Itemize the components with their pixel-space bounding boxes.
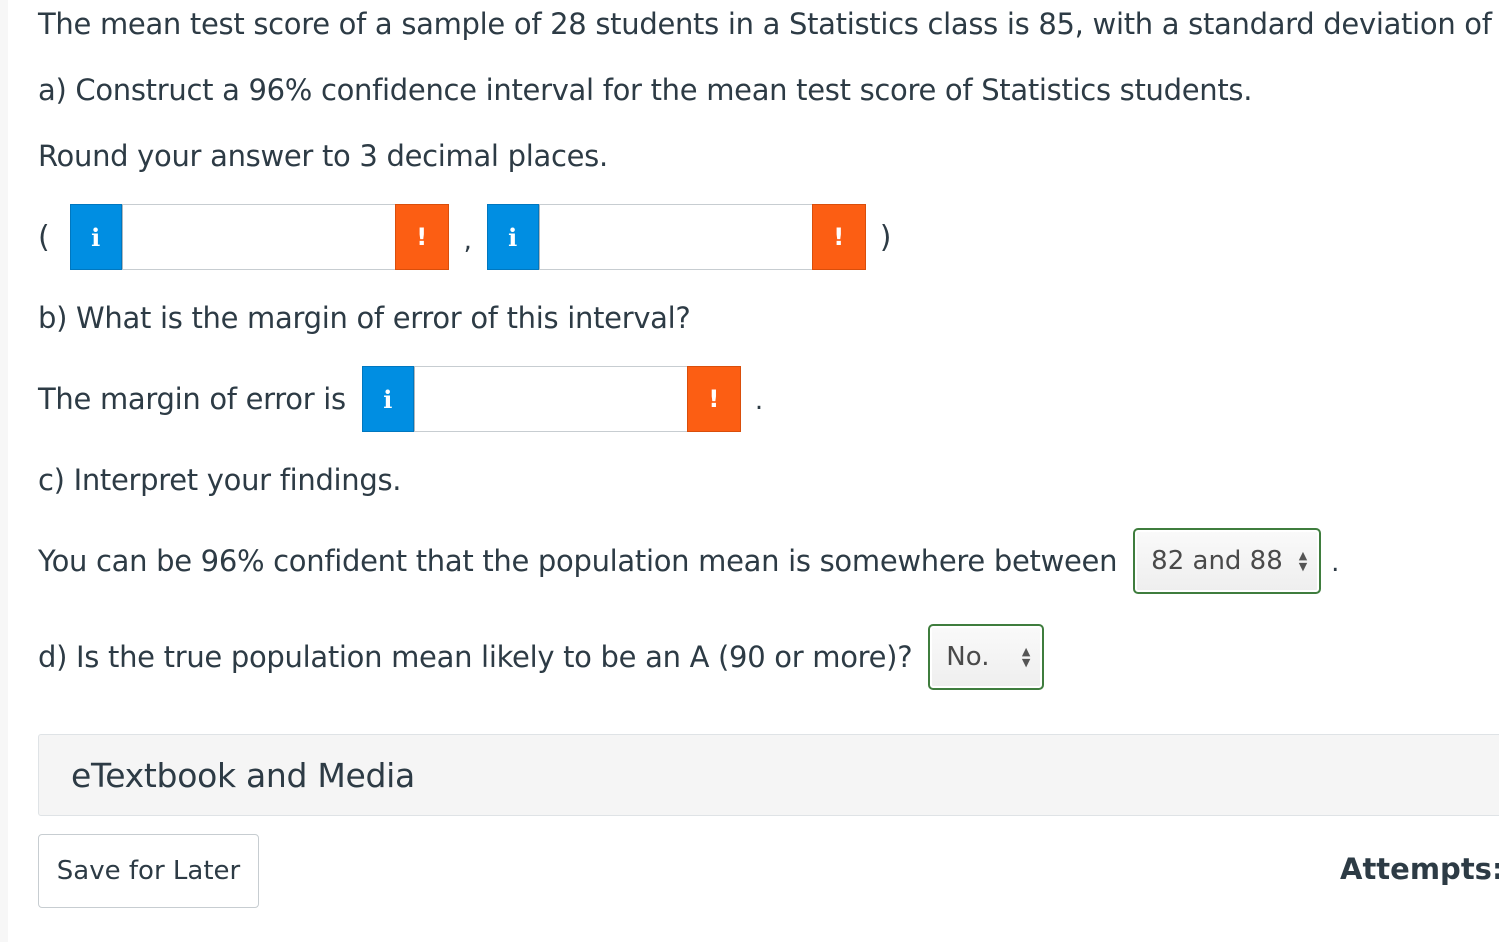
part-a-instruction: Round your answer to 3 decimal places. <box>38 139 608 173</box>
select-arrows-icon: ▲ ▼ <box>1021 645 1031 669</box>
interval-select-value: 82 and 88 <box>1151 546 1283 576</box>
interpretation-text: You can be 96% confident that the popula… <box>38 544 1118 578</box>
part-d-prompt: d) Is the true population mean likely to… <box>38 640 913 674</box>
open-paren: ( <box>38 219 50 255</box>
grade-select-value: No. <box>946 642 990 672</box>
etextbook-media-title: eTextbook and Media <box>71 755 415 795</box>
part-b-prompt: b) What is the margin of error of this i… <box>38 301 691 335</box>
interval-select[interactable]: 82 and 88 ▲ ▼ <box>1133 528 1322 594</box>
margin-of-error-label: The margin of error is <box>38 382 346 416</box>
part-a-prompt: a) Construct a 96% confidence interval f… <box>38 73 1253 107</box>
margin-of-error-row: The margin of error is i ! . <box>38 366 763 432</box>
part-c-prompt: c) Interpret your findings. <box>38 463 402 497</box>
interpretation-row: You can be 96% confident that the popula… <box>38 528 1339 594</box>
save-for-later-button[interactable]: Save for Later <box>38 834 259 908</box>
left-edge-strip <box>0 0 8 942</box>
etextbook-media-panel[interactable]: eTextbook and Media <box>38 734 1499 816</box>
close-paren: ) <box>879 219 892 255</box>
grade-select[interactable]: No. ▲ ▼ <box>928 624 1045 690</box>
lower-bound-input[interactable] <box>121 204 395 270</box>
trailing-period: . <box>1331 548 1340 578</box>
info-icon[interactable]: i <box>486 204 539 270</box>
info-icon[interactable]: i <box>361 366 414 432</box>
warning-icon[interactable]: ! <box>394 204 449 270</box>
part-d-row: d) Is the true population mean likely to… <box>38 624 1045 690</box>
trailing-period: . <box>754 386 764 416</box>
warning-icon[interactable]: ! <box>686 366 741 432</box>
interval-separator: , <box>463 226 472 256</box>
lower-bound-answer: i ! <box>69 204 449 270</box>
question-intro: The mean test score of a sample of 28 st… <box>38 7 1499 41</box>
margin-of-error-input[interactable] <box>413 366 687 432</box>
info-icon[interactable]: i <box>69 204 122 270</box>
margin-of-error-answer: i ! <box>361 366 741 432</box>
upper-bound-input[interactable] <box>538 204 812 270</box>
confidence-interval-row: ( i ! , i ! ) <box>38 204 891 270</box>
attempts-label: Attempts: 1 <box>1340 852 1499 886</box>
upper-bound-answer: i ! <box>486 204 866 270</box>
select-arrows-icon: ▲ ▼ <box>1298 549 1308 573</box>
warning-icon[interactable]: ! <box>811 204 866 270</box>
